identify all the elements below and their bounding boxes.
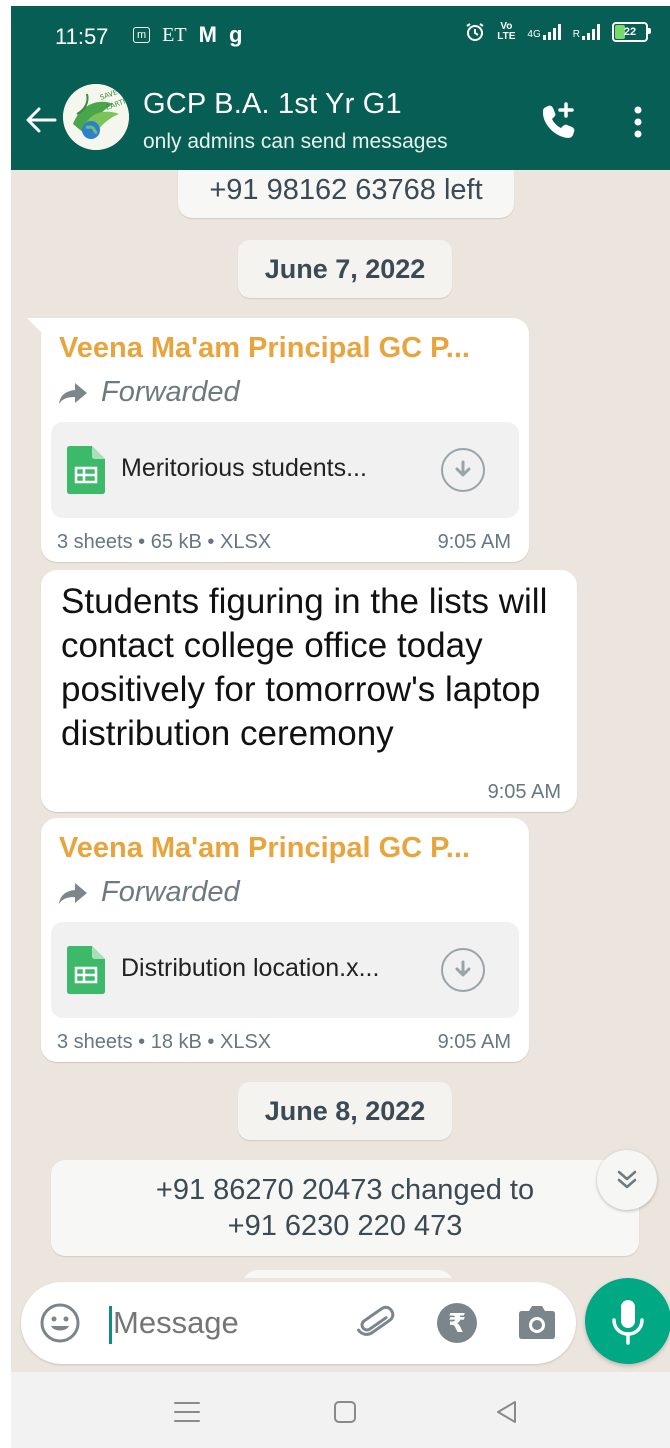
system-message-left: +91 98162 63768 left — [178, 170, 514, 218]
forward-arrow-icon — [59, 382, 87, 404]
forwarded-text: Forwarded — [101, 376, 240, 408]
menu-lines-icon[interactable] — [171, 1396, 203, 1428]
number-change-line-1: +91 86270 20473 changed to — [155, 1174, 535, 1206]
chat-header: SAVE EARTH GCP B.A. 1st Yr G1 only admin… — [11, 68, 670, 170]
status-bar: 11:57 m ET M g Vo LTE 4G R 22 — [11, 6, 670, 68]
battery-level: 22 — [623, 26, 637, 38]
back-arrow-icon[interactable] — [23, 102, 59, 138]
more-options-icon[interactable] — [623, 102, 653, 142]
download-arrow-icon — [455, 460, 471, 477]
message-composer: ₹ — [21, 1282, 576, 1364]
g-app-icon: g — [228, 22, 243, 47]
system-status-icons: Vo LTE 4G R 22 — [465, 22, 651, 42]
roaming-signal-icon: R — [573, 24, 600, 40]
double-chevron-down-icon — [617, 1170, 637, 1189]
et-app-icon: ET — [162, 23, 187, 46]
forward-arrow-icon — [59, 882, 87, 904]
chat-messages[interactable]: +91 98162 63768 left June 7, 2022 Veena … — [11, 170, 670, 1278]
forwarded-text: Forwarded — [101, 876, 240, 908]
attachment-icon[interactable] — [355, 1302, 397, 1344]
forwarded-label: Forwarded — [57, 876, 240, 909]
number-change-line-2: +91 6230 220 473 — [227, 1210, 463, 1242]
volte-bottom: LTE — [497, 31, 516, 42]
file-name: Meritorious students... — [121, 454, 367, 482]
message-forwarded-file-3[interactable]: Veena Ma'am Principal GC P... Forwarded … — [41, 818, 529, 1062]
message-time: 9:05 AM — [437, 1031, 511, 1053]
file-meta: 3 sheets • 65 kB • XLSX — [57, 531, 272, 553]
phone-screen: 11:57 m ET M g Vo LTE 4G R 22 SAVE EARTH… — [11, 6, 670, 1448]
spreadsheet-icon — [67, 946, 105, 994]
m-app-icon: M — [198, 22, 217, 47]
payment-rupee-icon[interactable]: ₹ — [437, 1303, 477, 1343]
home-square-icon[interactable] — [329, 1396, 361, 1428]
message-sender[interactable]: Veena Ma'am Principal GC P... — [59, 332, 470, 365]
group-subtitle[interactable]: only admins can send messages — [143, 130, 448, 154]
network-signal-icon: 4G — [527, 24, 561, 40]
scroll-to-bottom-button[interactable] — [597, 1150, 657, 1210]
roaming-label: R — [572, 29, 580, 40]
network-type: 4G — [527, 29, 541, 40]
carrier-badge-icon: m — [133, 27, 151, 43]
document-card[interactable]: Meritorious students... — [51, 422, 519, 518]
group-avatar[interactable]: SAVE EARTH — [63, 84, 129, 150]
microphone-icon — [612, 1300, 644, 1345]
message-time: 9:05 AM — [437, 531, 511, 553]
file-meta: 3 sheets • 18 kB • XLSX — [57, 1031, 272, 1053]
download-button[interactable] — [441, 948, 485, 992]
message-sender[interactable]: Veena Ma'am Principal GC P... — [59, 832, 470, 865]
file-name: Distribution location.x... — [121, 954, 380, 982]
date-divider-2: June 8, 2022 — [238, 1082, 452, 1140]
message-input[interactable] — [113, 1298, 343, 1348]
forwarded-label: Forwarded — [57, 376, 240, 409]
alarm-icon — [466, 23, 484, 41]
camera-icon[interactable] — [515, 1302, 559, 1344]
add-call-icon[interactable] — [539, 100, 579, 140]
message-body: Students figuring in the lists will cont… — [61, 582, 548, 753]
message-forwarded-file-1[interactable]: Veena Ma'am Principal GC P... Forwarded … — [27, 318, 529, 562]
status-time: 11:57 — [55, 24, 109, 49]
system-message-number-change: +91 86270 20473 changed to +91 6230 220 … — [51, 1160, 639, 1256]
text-cursor — [109, 1306, 112, 1344]
notification-icons: m ET M g — [133, 22, 242, 48]
voice-message-button[interactable] — [585, 1278, 670, 1364]
download-arrow-icon — [455, 960, 471, 977]
document-card[interactable]: Distribution location.x... — [51, 922, 519, 1018]
message-text-2[interactable]: Students figuring in the lists will cont… — [41, 570, 577, 812]
group-name[interactable]: GCP B.A. 1st Yr G1 — [143, 88, 402, 121]
emoji-icon[interactable] — [39, 1302, 81, 1344]
volte-icon: Vo LTE — [497, 22, 515, 42]
message-time: 9:05 AM — [487, 781, 561, 803]
navigation-bar — [11, 1372, 670, 1448]
spreadsheet-icon — [67, 446, 105, 494]
back-triangle-icon[interactable] — [491, 1396, 523, 1428]
save-earth-logo: SAVE EARTH — [63, 84, 129, 150]
download-button[interactable] — [441, 448, 485, 492]
date-divider-1: June 7, 2022 — [238, 240, 452, 298]
battery-icon: 22 — [612, 22, 651, 42]
partial-message — [243, 1270, 453, 1278]
